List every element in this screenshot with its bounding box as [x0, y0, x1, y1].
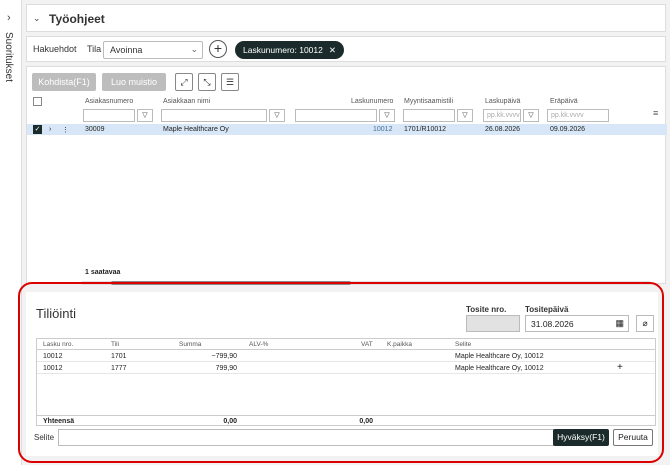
- grid-filter-row: ▽ ▽ ▽ ▽ pp.kk.vvvv ▽ pp.kk.vvvv: [27, 109, 667, 123]
- table-row[interactable]: ✓ › ⋮ 30009 Maple Healthcare Oy 10012 17…: [27, 124, 667, 135]
- chevron-down-icon: ⌄: [190, 44, 198, 54]
- column-header[interactable]: Asiakkaan nimi: [163, 98, 210, 105]
- filter-icon[interactable]: ▽: [457, 109, 473, 122]
- column-header[interactable]: Eräpäivä: [550, 98, 578, 105]
- peruuta-button[interactable]: Peruuta: [613, 429, 653, 446]
- cell-summa: 799,90: [215, 365, 237, 372]
- cell-asiakasnumero: 30009: [85, 126, 105, 133]
- luo-muistio-button[interactable]: Luo muistio: [102, 73, 166, 91]
- tositepaiva-value: 31.08.2026: [531, 319, 574, 329]
- close-icon[interactable]: ✕: [329, 45, 336, 55]
- cell-lasku: 10012: [43, 365, 63, 372]
- cell-myyntisaamistili: 1701/R10012: [404, 126, 447, 133]
- column-header: ALV-%: [249, 341, 269, 348]
- filter-input[interactable]: [403, 109, 455, 122]
- cell-summa: −799,90: [211, 353, 238, 360]
- cell-laskunumero[interactable]: 10012: [373, 126, 392, 133]
- filter-input[interactable]: [295, 109, 377, 122]
- column-header: Lasku nro.: [43, 341, 74, 348]
- row-expand-icon[interactable]: ›: [49, 126, 51, 133]
- posting-header: Lasku nro. Tili Summa ALV-% VAT K.paikka…: [37, 339, 655, 350]
- section-title: Työohjeet: [49, 12, 105, 26]
- column-menu-icon[interactable]: ≡: [653, 108, 658, 118]
- row-count: 1 saatavaa: [85, 269, 121, 276]
- expand-icon[interactable]: ⤢: [175, 73, 193, 91]
- cell-selite: Maple Healthcare Oy, 10012: [455, 353, 544, 360]
- column-header[interactable]: Laskunumero: [351, 98, 393, 105]
- column-header: VAT: [361, 341, 373, 348]
- filter-icon[interactable]: ▽: [523, 109, 539, 122]
- calendar-icon[interactable]: ▦: [615, 318, 624, 329]
- hakuehdot-label: Hakuehdot: [33, 44, 77, 54]
- attachment-icon[interactable]: ⌀: [636, 315, 654, 332]
- cell-selite: Maple Healthcare Oy, 10012: [455, 365, 544, 372]
- filter-icon[interactable]: ▽: [137, 109, 153, 122]
- cell-asiakkaan-nimi: Maple Healthcare Oy: [163, 126, 229, 133]
- tiliointi-panel: Tiliöinti Tosite nro. Tositepäivä 31.08.…: [26, 292, 658, 456]
- select-all-checkbox[interactable]: [33, 97, 42, 106]
- total-vat: 0,00: [359, 418, 373, 425]
- sidebar-label[interactable]: Suoritukset: [3, 32, 14, 82]
- section-header[interactable]: ⌄ Työohjeet: [26, 4, 666, 32]
- column-header: Selite: [455, 341, 472, 348]
- table-row[interactable]: 10012 1701 −799,90 Maple Healthcare Oy, …: [37, 351, 655, 362]
- selite-label: Selite: [34, 433, 55, 442]
- cell-laskupaiva: 26.08.2026: [485, 126, 521, 133]
- tila-select[interactable]: Avoinna ⌄: [103, 41, 203, 59]
- invoice-grid: Kohdista(F1) Luo muistio ⤢ ⤡ ☰ Asiakasnu…: [26, 66, 667, 285]
- tosite-nro-input: [466, 315, 520, 332]
- column-header[interactable]: Myyntisaamistili: [404, 98, 453, 105]
- tila-select-value: Avoinna: [110, 45, 143, 55]
- cell-lasku: 10012: [43, 353, 63, 360]
- total-summa: 0,00: [223, 418, 237, 425]
- filter-input[interactable]: [83, 109, 135, 122]
- column-header: Tili: [111, 341, 120, 348]
- filter-input[interactable]: [161, 109, 267, 122]
- add-row-button[interactable]: +: [617, 362, 623, 373]
- selite-input[interactable]: [58, 429, 554, 446]
- cell-tili: 1777: [111, 365, 127, 372]
- filter-icon[interactable]: ▽: [379, 109, 395, 122]
- column-header: K.paikka: [387, 341, 412, 348]
- column-header: Summa: [179, 341, 202, 348]
- tila-label: Tila: [87, 44, 102, 54]
- grid-header: Asiakasnumero Asiakkaan nimi Laskunumero…: [27, 95, 667, 109]
- filter-chip-label: Laskunumero: 10012: [243, 45, 323, 55]
- total-label: Yhteensä: [43, 418, 75, 425]
- date-filter-input[interactable]: pp.kk.vvvv: [483, 109, 521, 122]
- tiliointi-title: Tiliöinti: [36, 306, 76, 321]
- totals-row: Yhteensä 0,00 0,00: [37, 415, 655, 426]
- date-filter-input[interactable]: pp.kk.vvvv: [547, 109, 609, 122]
- expand-chevron-icon[interactable]: ›: [7, 12, 11, 24]
- column-header[interactable]: Laskupäivä: [485, 98, 520, 105]
- cell-erapaiva: 09.09.2026: [550, 126, 586, 133]
- kohdista-button[interactable]: Kohdista(F1): [32, 73, 96, 91]
- collapse-icon[interactable]: ⤡: [198, 73, 216, 91]
- table-row[interactable]: 10012 1777 799,90 Maple Healthcare Oy, 1…: [37, 362, 655, 374]
- tositepaiva-label: Tositepäivä: [525, 305, 569, 314]
- chevron-down-icon[interactable]: ⌄: [33, 13, 41, 24]
- settings-sliders-icon[interactable]: ☰: [221, 73, 239, 91]
- app-root: › Suoritukset ⌄ Työohjeet Hakuehdot Tila…: [0, 0, 670, 465]
- cell-tili: 1701: [111, 353, 127, 360]
- row-menu-icon[interactable]: ⋮: [62, 126, 69, 134]
- column-header[interactable]: Asiakasnumero: [85, 98, 133, 105]
- posting-table: Lasku nro. Tili Summa ALV-% VAT K.paikka…: [36, 338, 656, 426]
- date-placeholder: pp.kk.vvvv: [551, 112, 584, 119]
- filter-bar: Hakuehdot Tila Avoinna ⌄ + Laskunumero: …: [26, 36, 666, 62]
- row-checkbox[interactable]: ✓: [33, 125, 42, 134]
- filter-icon[interactable]: ▽: [269, 109, 285, 122]
- filter-chip[interactable]: Laskunumero: 10012 ✕: [235, 41, 344, 59]
- tosite-nro-label: Tosite nro.: [466, 305, 507, 314]
- hyvaksy-button[interactable]: Hyväksy(F1): [553, 429, 609, 446]
- date-placeholder: pp.kk.vvvv: [487, 112, 520, 119]
- add-filter-button[interactable]: +: [209, 40, 227, 58]
- tositepaiva-input[interactable]: 31.08.2026 ▦: [525, 315, 629, 332]
